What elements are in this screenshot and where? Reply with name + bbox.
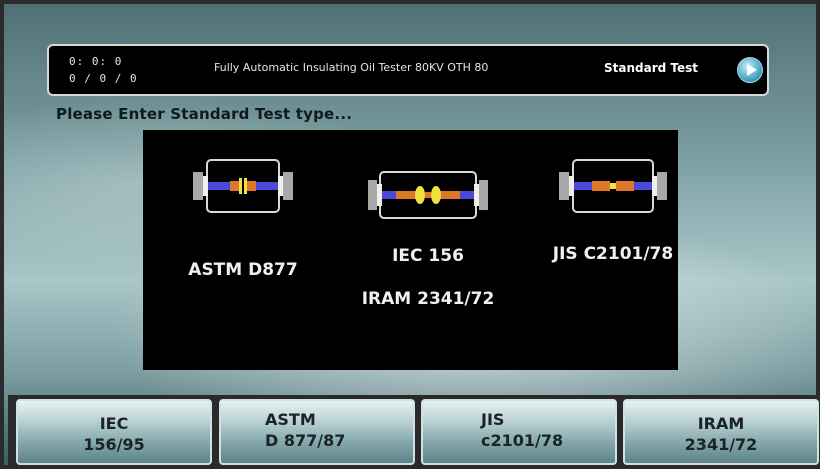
clock-display: 0: 0: 0 0 / 0 / 0 xyxy=(69,53,138,87)
prompt-text: Please Enter Standard Test type... xyxy=(56,105,353,123)
test-type-panel: ASTM D877 IEC 156 IRAM 2341/72 JIS C2101… xyxy=(143,130,678,370)
astm-d877-87-button[interactable]: ASTM D 877/87 xyxy=(219,399,415,465)
button-label-line1: ASTM xyxy=(265,410,316,429)
option-label-secondary: IRAM 2341/72 xyxy=(361,289,495,309)
device-title: Fully Automatic Insulating Oil Tester 80… xyxy=(214,61,489,74)
option-iec-156[interactable]: IEC 156 IRAM 2341/72 xyxy=(348,166,508,310)
status-header: 0: 0: 0 0 / 0 / 0 Fully Automatic Insula… xyxy=(47,44,769,96)
main-screen: 0: 0: 0 0 / 0 / 0 Fully Automatic Insula… xyxy=(0,0,820,469)
button-label-line2: 2341/72 xyxy=(684,435,758,454)
mode-label: Standard Test xyxy=(604,61,699,75)
iec-156-95-button[interactable]: IEC 156/95 xyxy=(16,399,212,465)
date-readout: 0 / 0 / 0 xyxy=(69,72,138,85)
button-label-line2: 156/95 xyxy=(83,435,145,454)
option-label: JIS C2101/78 xyxy=(552,244,674,264)
option-label: IEC 156 xyxy=(392,246,464,266)
jis-c2101-78-button[interactable]: JIS c2101/78 xyxy=(421,399,617,465)
electrode-cell-icon xyxy=(559,159,667,213)
iram-2341-72-button[interactable]: IRAM 2341/72 xyxy=(623,399,819,465)
option-label: ASTM D877 xyxy=(188,260,298,280)
button-label-line1: IEC xyxy=(99,414,129,433)
button-label-line2: D 877/87 xyxy=(265,431,346,450)
button-label-line1: IRAM xyxy=(697,414,745,433)
play-icon[interactable] xyxy=(737,57,763,83)
electrode-cell-sphere-icon xyxy=(368,171,488,219)
button-label-line2: c2101/78 xyxy=(481,431,564,450)
button-label-line1: JIS xyxy=(481,410,505,429)
option-astm-d877[interactable]: ASTM D877 xyxy=(173,156,313,281)
option-jis-c2101[interactable]: JIS C2101/78 xyxy=(533,156,693,265)
time-readout: 0: 0: 0 xyxy=(69,55,123,68)
electrode-cell-disc-icon xyxy=(193,159,293,213)
